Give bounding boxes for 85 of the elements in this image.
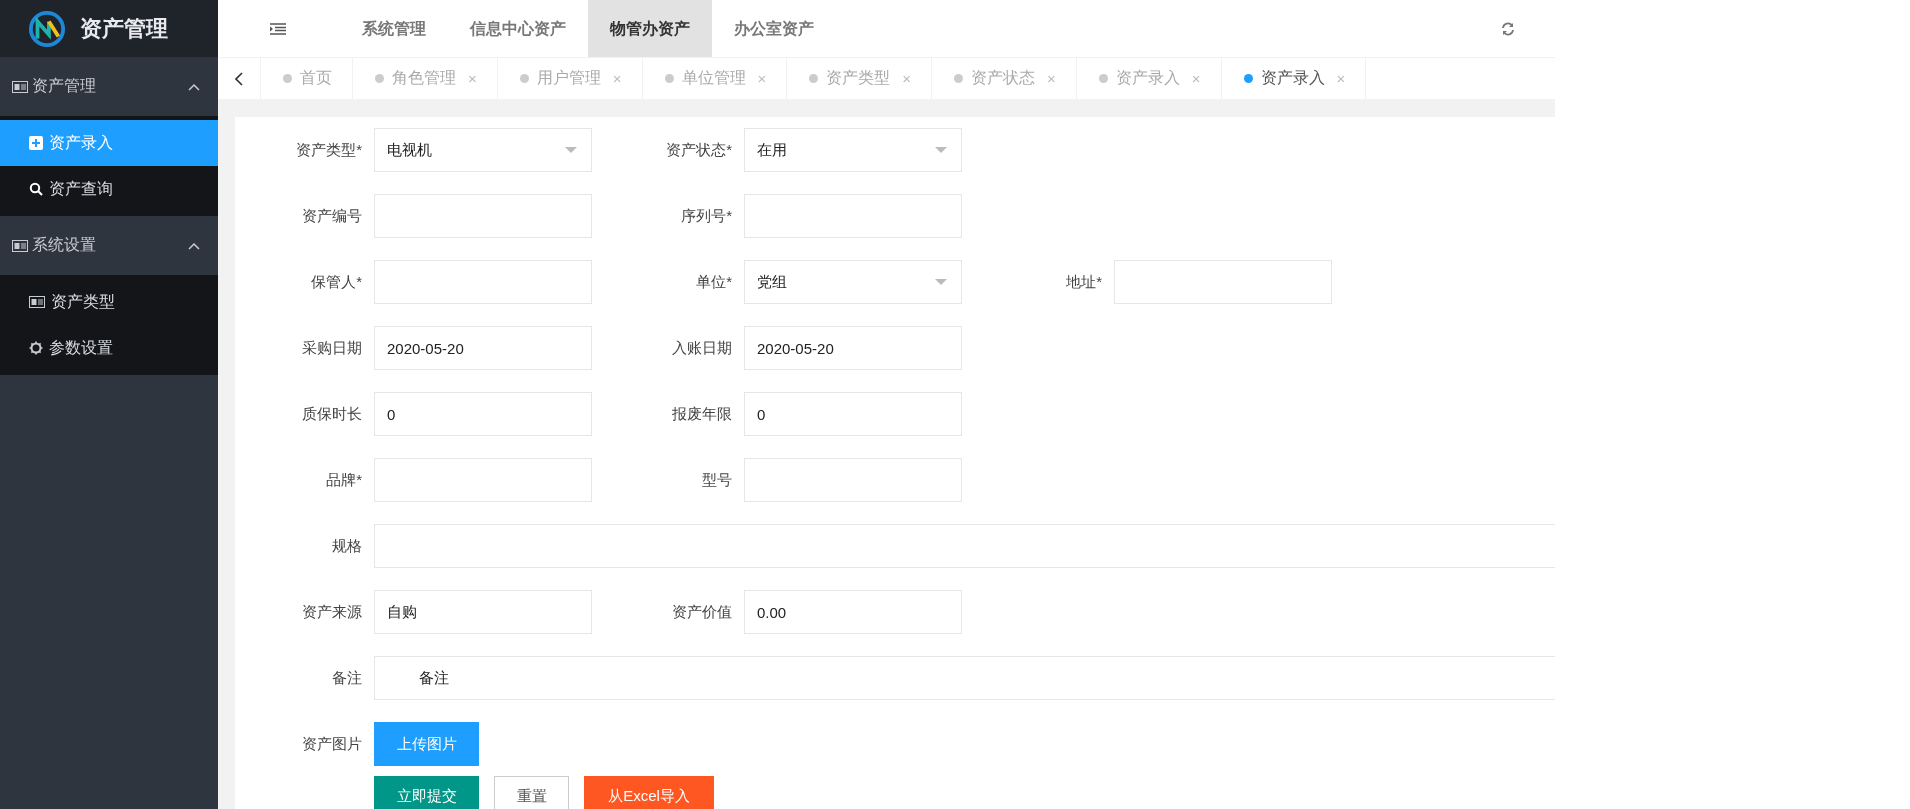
field-label: 序列号* (680, 206, 733, 226)
refresh-icon[interactable] (1501, 21, 1515, 36)
input-field[interactable]: 0 (374, 392, 592, 436)
field-label: 采购日期 (301, 338, 363, 358)
note-field[interactable]: 备注 (374, 656, 1555, 700)
field-label: 质保时长 (301, 404, 363, 424)
field-label: 报废年限 (671, 404, 733, 424)
top-nav-item[interactable]: 系统管理 (340, 0, 448, 57)
page-tab[interactable]: 角色管理 × (353, 58, 498, 99)
card-icon (12, 239, 28, 252)
page-tab[interactable]: 首页 (261, 58, 353, 99)
field-label: 资产编号 (301, 206, 363, 226)
select-field[interactable]: 党组 (744, 260, 962, 304)
card-icon (12, 80, 28, 93)
input-field[interactable] (744, 458, 962, 502)
input-field[interactable] (374, 194, 592, 238)
tab-dot-icon (375, 74, 384, 83)
top-nav-item[interactable]: 物管办资产 (588, 0, 712, 57)
top-nav-item[interactable]: 信息中心资产 (448, 0, 588, 57)
chevron-icon (188, 241, 200, 250)
tab-dot-icon (283, 74, 292, 83)
search-icon (29, 182, 43, 196)
input-field[interactable]: 0.00 (744, 590, 962, 634)
top-nav-item[interactable]: 办公室资产 (712, 0, 836, 57)
chevron-left-icon (235, 71, 243, 86)
field-label: 资产状态* (665, 140, 733, 160)
sidebar-item[interactable]: 参数设置 (0, 325, 218, 371)
app-title: 资产管理 (80, 14, 168, 43)
tab-dot-icon (519, 74, 529, 83)
input-field[interactable]: 自购 (374, 590, 592, 634)
sidebar-item[interactable]: 资产类型 (0, 279, 218, 325)
input-field[interactable] (374, 524, 1555, 568)
field-label: 规格 (331, 536, 363, 556)
field-label: 入账日期 (671, 338, 733, 358)
action-button[interactable]: 立即提交 (374, 776, 479, 809)
page-tab[interactable]: 资产录入 × (1076, 58, 1222, 99)
input-field[interactable] (374, 458, 592, 502)
action-button[interactable]: 从Excel导入 (584, 776, 714, 809)
input-field[interactable] (374, 260, 592, 304)
field-label: 单位* (695, 272, 733, 292)
dropdown-caret-icon (935, 279, 947, 285)
field-label: 品牌* (325, 470, 363, 490)
menu-icon[interactable] (270, 22, 286, 35)
field-label: 型号 (701, 470, 733, 490)
sidebar-item-label: 资产录入 (49, 132, 113, 153)
sidebar-item-label: 资产类型 (51, 291, 115, 312)
sidebar-item[interactable]: 资产查询 (0, 166, 218, 212)
plus-icon (29, 136, 43, 150)
field-label: 资产类型* (295, 140, 363, 160)
input-field[interactable] (1114, 260, 1332, 304)
input-field[interactable]: 0 (744, 392, 962, 436)
field-label: 资产价值 (671, 602, 733, 622)
field-label: 备注 (331, 668, 363, 688)
sidebar-group-label: 资产管理 (32, 76, 97, 96)
page-tab[interactable]: 用户管理 × (497, 58, 643, 99)
tab-dot-icon (664, 74, 674, 83)
dropdown-caret-icon (935, 147, 947, 153)
page-tab[interactable]: 单位管理 × (642, 58, 788, 99)
sidebar-item-label: 资产查询 (49, 178, 113, 199)
sidebar-item[interactable]: 资产录入 (0, 120, 218, 166)
input-field[interactable] (744, 194, 962, 238)
input-field[interactable]: 2020-05-20 (744, 326, 962, 370)
field-label: 资产图片 (301, 734, 363, 754)
input-field[interactable]: 2020-05-20 (374, 326, 592, 370)
page-tab[interactable]: 资产录入 × (1221, 58, 1367, 99)
tab-dot-icon (1243, 74, 1253, 83)
tab-dot-icon (809, 74, 819, 83)
select-field[interactable]: 电视机 (374, 128, 592, 172)
gear-icon (29, 341, 43, 355)
dropdown-caret-icon (565, 147, 577, 153)
chevron-icon (188, 82, 200, 91)
card-icon (29, 296, 45, 308)
upload-button[interactable]: 上传图片 (374, 722, 479, 766)
sidebar-group-label: 系统设置 (32, 235, 97, 255)
select-field[interactable]: 在用 (744, 128, 962, 172)
action-button[interactable]: 重置 (494, 776, 569, 809)
page-tab[interactable]: 资产状态 × (932, 58, 1077, 99)
logo-icon (28, 9, 66, 48)
page-tab[interactable]: 资产类型 × (787, 58, 933, 99)
tab-dot-icon (954, 74, 964, 83)
field-label: 保管人* (310, 272, 363, 292)
tab-dot-icon (1098, 74, 1108, 83)
field-label: 地址* (1065, 272, 1103, 292)
field-label: 资产来源 (301, 602, 363, 622)
sidebar-item-label: 参数设置 (49, 337, 113, 358)
